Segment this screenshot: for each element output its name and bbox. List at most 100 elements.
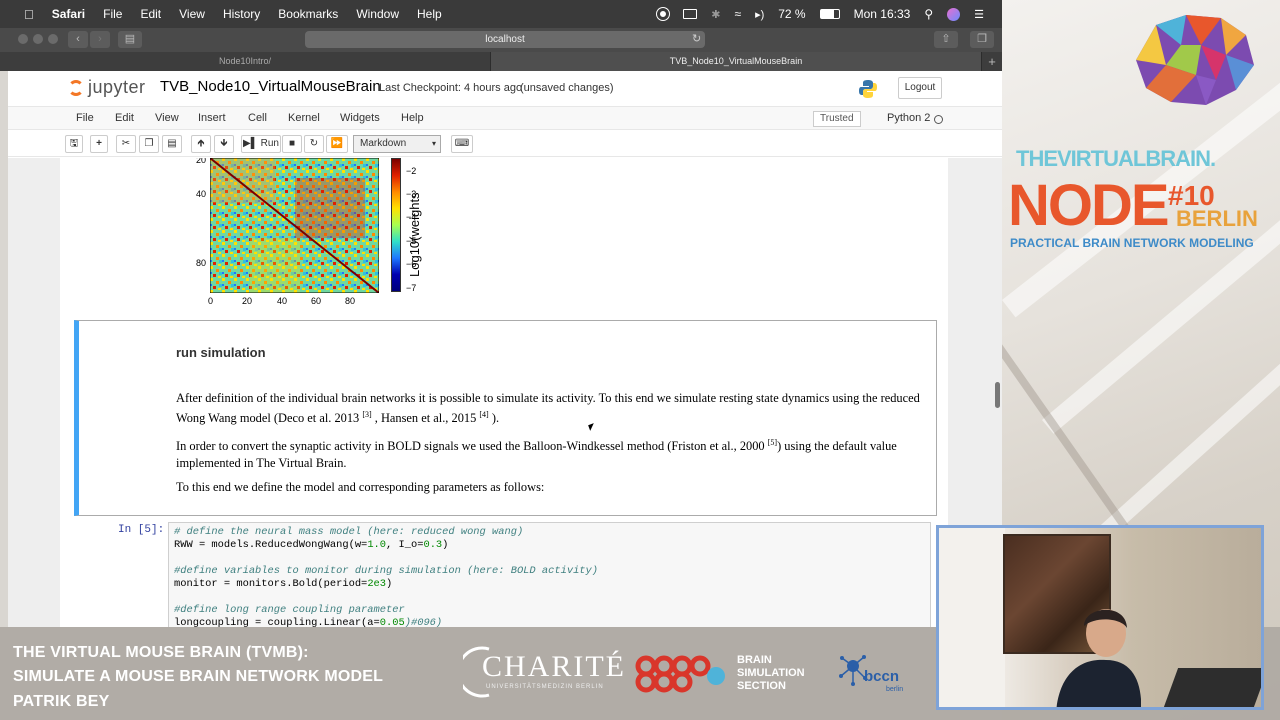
user-avatar-icon[interactable]: [947, 7, 961, 21]
wifi-icon[interactable]: ≈: [734, 7, 741, 21]
battery-percent[interactable]: 72 %: [778, 7, 805, 21]
copy-icon[interactable]: ❐: [139, 135, 159, 153]
notebook-scroll-area[interactable]: 20 40 60 80 0 20 40 60 80 −2 −3 −4 −5 −6…: [8, 158, 1002, 627]
bss-text: BRAIN SIMULATION SECTION: [737, 654, 805, 693]
checkpoint-status: Last Checkpoint: 4 hours ago: [379, 82, 523, 94]
menu-edit[interactable]: Edit: [140, 7, 161, 21]
code-line-1: # define the neural mass model (here: re…: [174, 526, 524, 538]
talk-title-2: SIMULATE A MOUSE BRAIN NETWORK MODEL: [13, 668, 384, 685]
move-up-icon[interactable]: 🡹: [191, 135, 211, 153]
code-line-5: #define long range coupling parameter: [174, 604, 405, 616]
menu-view[interactable]: View: [179, 7, 205, 21]
cut-icon[interactable]: ✂: [116, 135, 136, 153]
interrupt-icon[interactable]: ■: [282, 135, 302, 153]
apple-icon[interactable]: : [24, 7, 34, 22]
restart-run-all-icon[interactable]: ⏩: [326, 135, 348, 153]
nb-menu-view[interactable]: View: [155, 112, 179, 124]
volume-icon[interactable]: ▸): [755, 8, 764, 21]
restart-icon[interactable]: ↻: [304, 135, 324, 153]
close-window-icon[interactable]: [18, 34, 28, 44]
zoom-window-icon[interactable]: [48, 34, 58, 44]
notification-center-icon[interactable]: ☰: [974, 8, 984, 21]
jupyter-ring-icon: [68, 80, 84, 96]
colorbar-label: Log10(weights: [407, 192, 422, 277]
code-line-2-e: ): [442, 539, 449, 551]
paragraph-1-text: After definition of the individual brain…: [176, 391, 920, 425]
notebook-toolbar: 🖫 + ✂ ❐ ▤ 🡹 🡻 ▶▌ Run ■ ↻ ⏩ Markdown ▾ ⌨: [8, 131, 1002, 157]
y-tick-20: 20: [196, 158, 207, 165]
y-tick-40: 40: [196, 189, 207, 199]
move-down-icon[interactable]: 🡻: [214, 135, 234, 153]
markdown-cell[interactable]: run simulation After definition of the i…: [74, 320, 937, 516]
menu-history[interactable]: History: [223, 7, 260, 21]
x-tick-40: 40: [277, 296, 288, 306]
browser-toolbar: ‹ › ▤ localhost ↻ ⇧ ❐: [0, 28, 1002, 52]
code-line-4-b: 2e3: [367, 578, 387, 590]
back-button[interactable]: ‹: [68, 31, 88, 48]
unsaved-status: (unsaved changes): [520, 82, 614, 94]
airplay-icon[interactable]: [683, 9, 698, 19]
chevron-down-icon: ▾: [431, 139, 436, 148]
reload-icon[interactable]: ↻: [692, 32, 701, 45]
sidebar-toggle-icon[interactable]: ▤: [118, 31, 142, 48]
run-button[interactable]: ▶▌ Run: [241, 135, 281, 153]
tab-node10intro[interactable]: Node10Intro/: [0, 52, 491, 71]
notebook-menu: File Edit View Insert Cell Kernel Widget…: [8, 106, 1002, 130]
scrollbar-thumb[interactable]: [995, 382, 1000, 408]
y-tick-80: 80: [196, 258, 207, 268]
trusted-indicator[interactable]: Trusted: [813, 111, 861, 127]
menu-window[interactable]: Window: [356, 7, 399, 21]
address-bar[interactable]: localhost: [305, 31, 705, 48]
share-icon[interactable]: ⇧: [934, 31, 958, 48]
save-icon[interactable]: 🖫: [65, 135, 83, 153]
code-line-2: RWW = models.ReducedWongWang(w=1.0, I_o=…: [174, 539, 448, 551]
nb-menu-help[interactable]: Help: [401, 112, 424, 124]
ref-5-link[interactable]: [5]: [768, 438, 777, 447]
record-icon[interactable]: [657, 8, 670, 20]
logout-button[interactable]: Logout: [898, 77, 942, 99]
nb-menu-cell[interactable]: Cell: [248, 112, 267, 124]
menu-file[interactable]: File: [103, 7, 122, 21]
nb-menu-kernel[interactable]: Kernel: [288, 112, 320, 124]
command-palette-icon[interactable]: ⌨: [451, 135, 473, 153]
menu-app-name[interactable]: Safari: [52, 7, 85, 21]
code-line-4-c: ): [386, 578, 393, 590]
code-line-6-c: )#096): [404, 617, 443, 627]
tabs-overview-icon[interactable]: ❐: [970, 31, 994, 48]
nb-menu-insert[interactable]: Insert: [198, 112, 226, 124]
code-cell[interactable]: # define the neural mass model (here: re…: [168, 522, 931, 627]
insert-cell-icon[interactable]: +: [90, 135, 108, 153]
node-subtitle: PRACTICAL BRAIN NETWORK MODELING: [1010, 236, 1254, 250]
nb-menu-file[interactable]: File: [76, 112, 94, 124]
ref-4-link[interactable]: [4]: [479, 410, 488, 419]
webcam-door: [939, 528, 1005, 707]
ref-3-link[interactable]: [3]: [362, 410, 371, 419]
tab-notebook[interactable]: TVB_Node10_VirtualMouseBrain: [491, 52, 982, 71]
cell-type-select[interactable]: Markdown ▾: [353, 135, 441, 153]
spotlight-search-icon[interactable]: ⚲: [924, 7, 933, 21]
bss-line-1: BRAIN: [737, 654, 772, 666]
forward-button[interactable]: ›: [90, 31, 110, 48]
paste-icon[interactable]: ▤: [162, 135, 182, 153]
speaker-name: PATRIK BEY: [13, 693, 110, 710]
bluetooth-icon[interactable]: ✱: [711, 8, 720, 21]
nb-menu-widgets[interactable]: Widgets: [340, 112, 380, 124]
kernel-status-icon: [934, 115, 943, 124]
menu-help[interactable]: Help: [417, 7, 442, 21]
paragraph-1-end: ).: [488, 410, 500, 425]
charite-subtitle: UNIVERSITÄTSMEDIZIN BERLIN: [486, 684, 604, 690]
jupyter-logo[interactable]: jupyter: [68, 77, 146, 98]
code-line-4-a: monitor = monitors.Bold(period=: [174, 578, 368, 590]
paragraph-1-mid: , Hansen et al., 2015: [371, 410, 480, 425]
paragraph-1: After definition of the individual brain…: [176, 390, 932, 426]
new-tab-icon[interactable]: +: [982, 52, 1002, 71]
minimize-window-icon[interactable]: [33, 34, 43, 44]
python-logo-icon: [859, 80, 877, 98]
run-icon: ▶▌: [243, 138, 258, 149]
nb-menu-edit[interactable]: Edit: [115, 112, 134, 124]
battery-icon[interactable]: [819, 9, 840, 19]
notebook-name[interactable]: TVB_Node10_VirtualMouseBrain: [160, 78, 381, 95]
menu-bookmarks[interactable]: Bookmarks: [278, 7, 338, 21]
clock[interactable]: Mon 16:33: [854, 7, 911, 21]
brain-logo-icon: [1136, 15, 1254, 105]
